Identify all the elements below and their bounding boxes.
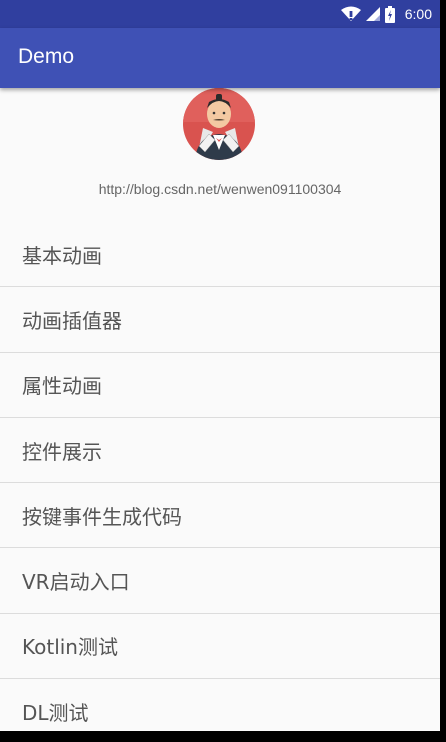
blog-url[interactable]: http://blog.csdn.net/wenwen091100304 — [0, 181, 440, 197]
menu-item-key-event-codegen[interactable]: 按键事件生成代码 — [0, 483, 440, 549]
menu-item-basic-animation[interactable]: 基本动画 — [0, 222, 440, 288]
battery-icon — [384, 5, 395, 23]
menu-item-interpolator[interactable]: 动画插值器 — [0, 287, 440, 353]
wifi-icon — [340, 6, 361, 21]
signal-icon — [365, 7, 380, 21]
app-screen: 6:00 Demo http://blog.csdn.net/wenwen091… — [0, 0, 440, 731]
nav-header: http://blog.csdn.net/wenwen091100304 — [0, 88, 440, 220]
menu-list: 基本动画 动画插值器 属性动画 控件展示 按键事件生成代码 VR启动入口 Kot… — [0, 222, 440, 731]
status-bar: 6:00 — [0, 0, 440, 28]
menu-item-vr-entry[interactable]: VR启动入口 — [0, 548, 440, 614]
menu-item-property-animation[interactable]: 属性动画 — [0, 353, 440, 418]
app-bar: Demo — [0, 28, 440, 88]
menu-item-widget-showcase[interactable]: 控件展示 — [0, 418, 440, 484]
status-time: 6:00 — [404, 6, 432, 22]
menu-item-dl-test[interactable]: DL测试 — [0, 679, 440, 731]
menu-item-kotlin-test[interactable]: Kotlin测试 — [0, 614, 440, 680]
status-icons: 6:00 — [340, 4, 432, 24]
avatar-icon[interactable] — [183, 88, 255, 160]
app-title: Demo — [18, 45, 75, 68]
